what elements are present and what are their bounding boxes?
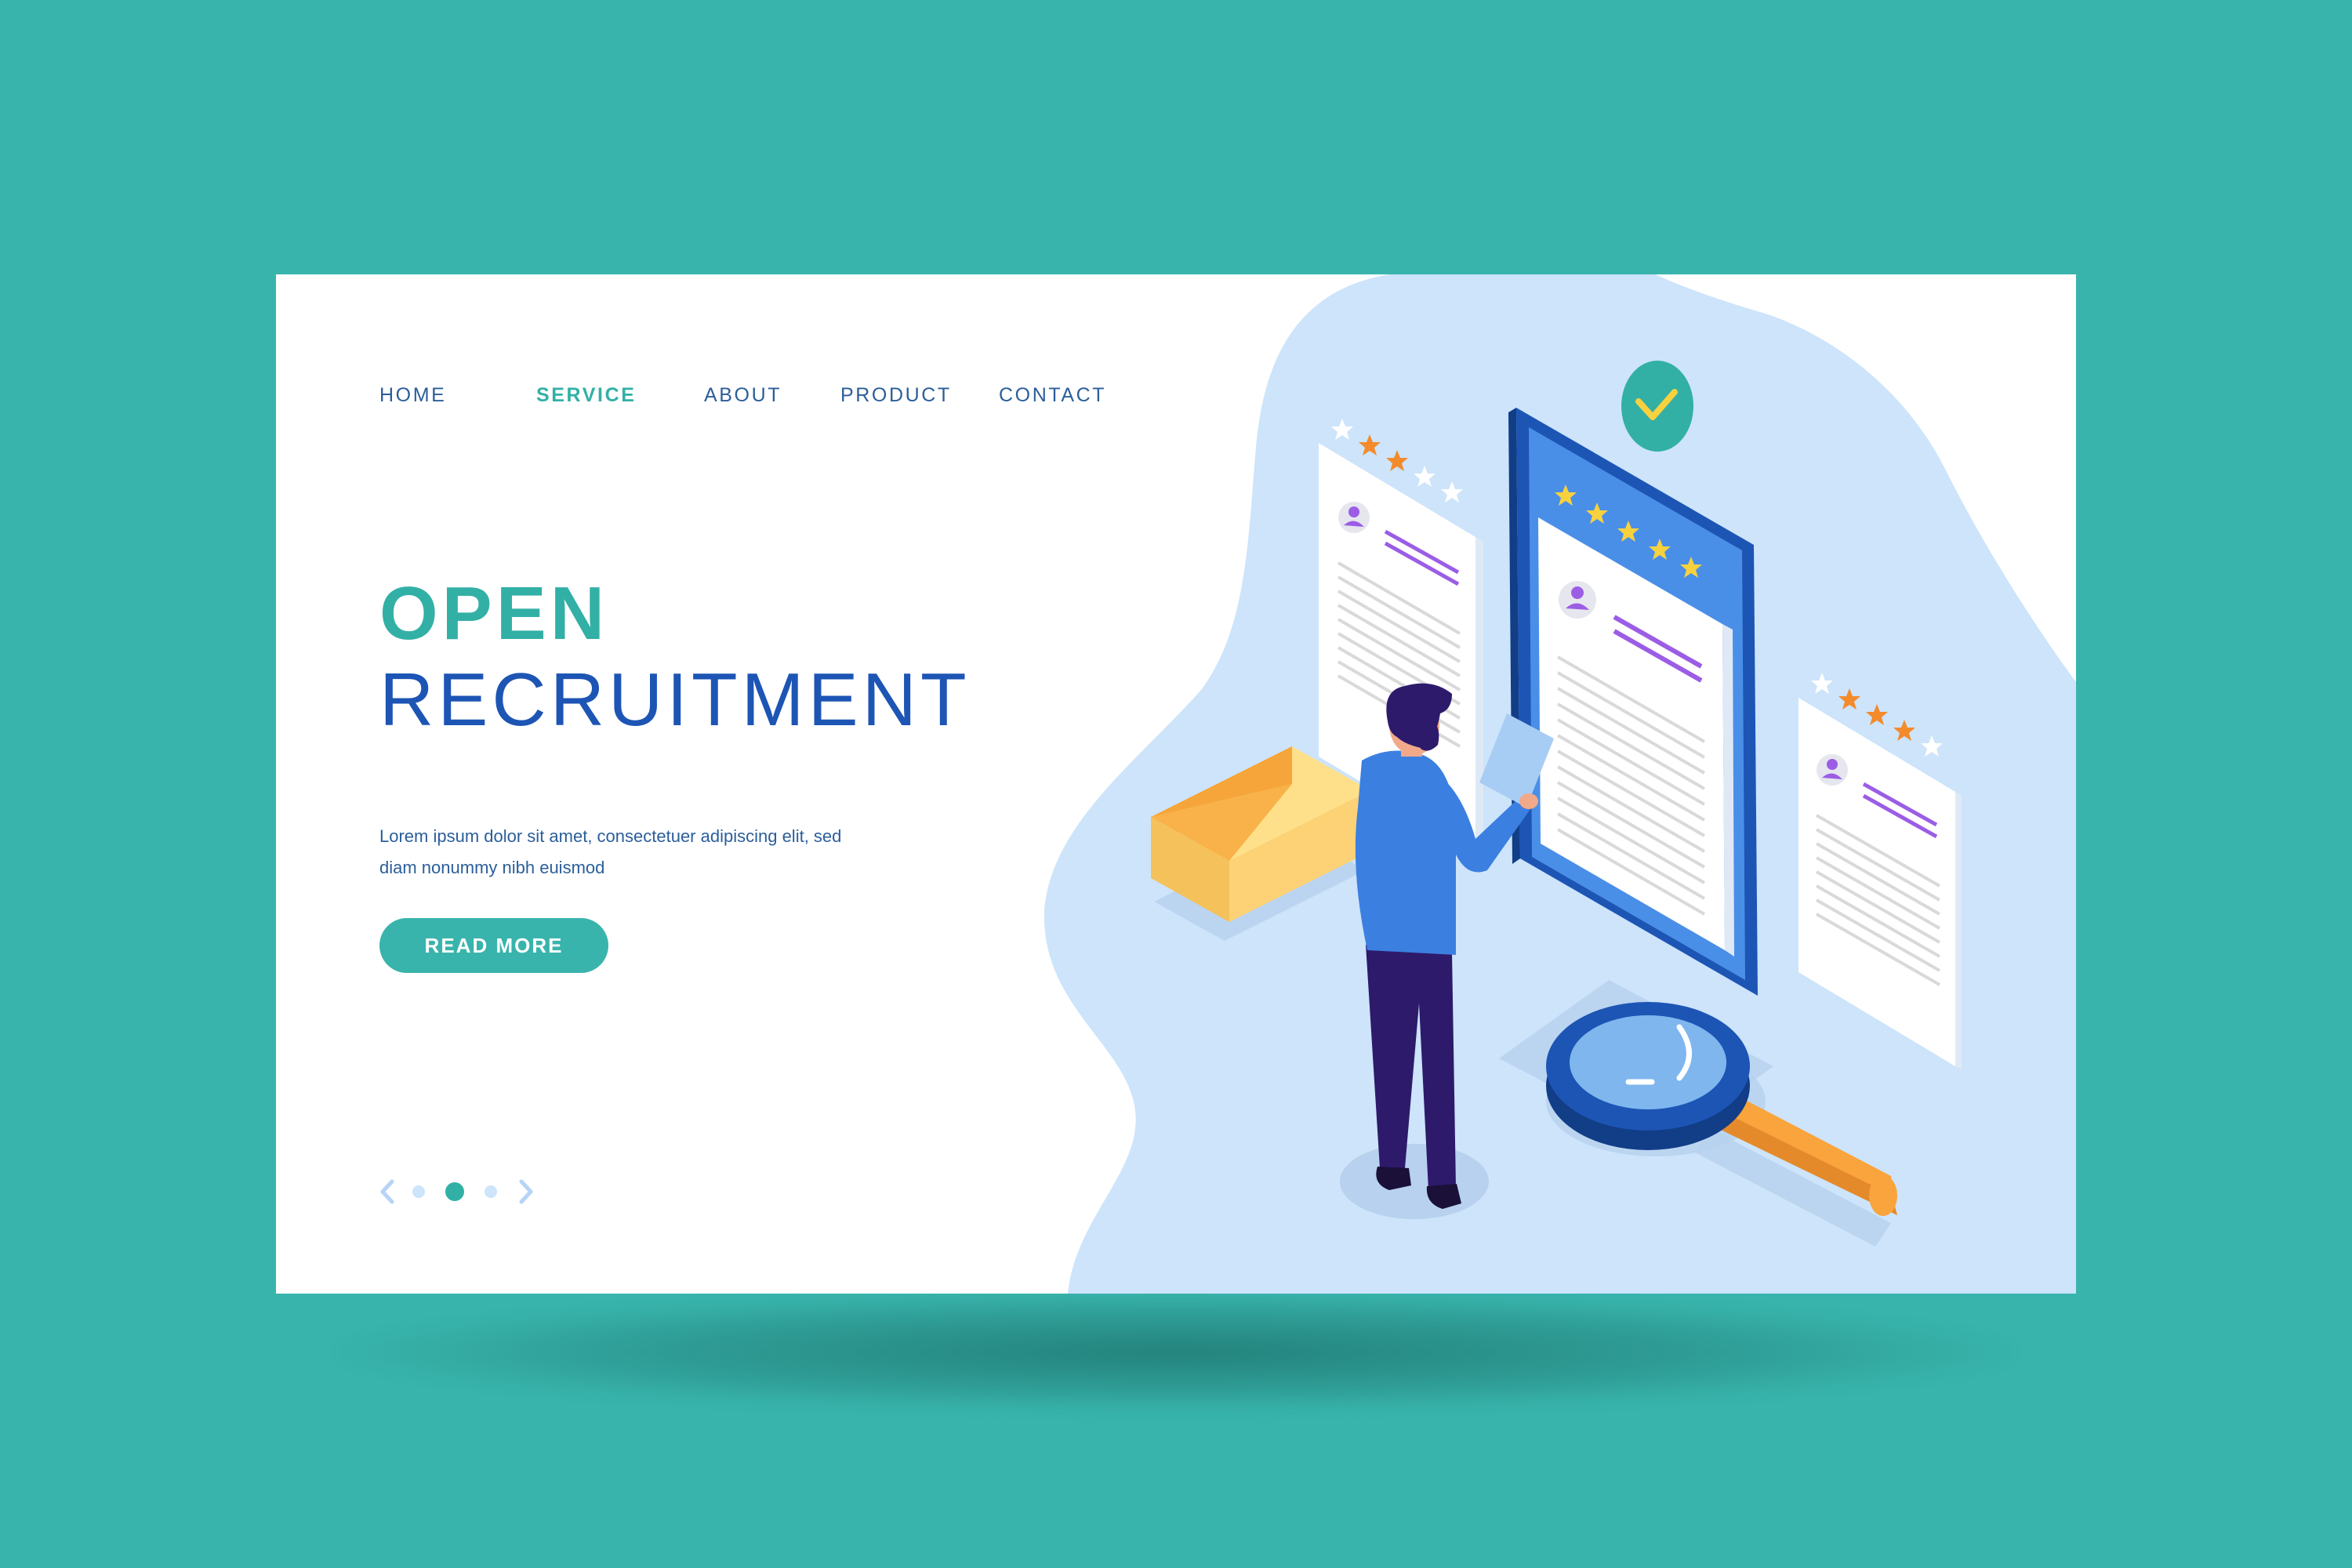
read-more-button[interactable]: READ MORE bbox=[379, 918, 608, 973]
slider-pager bbox=[376, 1176, 564, 1207]
hero-title-line2: RECRUITMENT bbox=[379, 658, 971, 742]
nav-item-product[interactable]: PRODUCT bbox=[840, 384, 952, 407]
hero-title-line1: OPEN bbox=[379, 572, 609, 655]
card-shadow bbox=[337, 1294, 2015, 1411]
chevron-left-icon[interactable] bbox=[376, 1176, 400, 1207]
hero-description: Lorem ipsum dolor sit amet, consectetuer… bbox=[379, 826, 842, 877]
chevron-right-icon[interactable] bbox=[514, 1176, 537, 1207]
pager-dot-2-active[interactable] bbox=[445, 1182, 464, 1201]
pager-dot-1[interactable] bbox=[412, 1185, 425, 1198]
nav-item-about[interactable]: ABOUT bbox=[704, 384, 782, 407]
nav-item-service[interactable]: SERVICE bbox=[536, 384, 637, 407]
landing-page-card: HOME SERVICE ABOUT PRODUCT CONTACT OPEN … bbox=[276, 274, 2076, 1294]
pager-dot-3[interactable] bbox=[485, 1185, 497, 1198]
nav-item-contact[interactable]: CONTACT bbox=[999, 384, 1106, 407]
nav-item-home[interactable]: HOME bbox=[379, 384, 446, 407]
background-blob bbox=[1044, 274, 2076, 1294]
